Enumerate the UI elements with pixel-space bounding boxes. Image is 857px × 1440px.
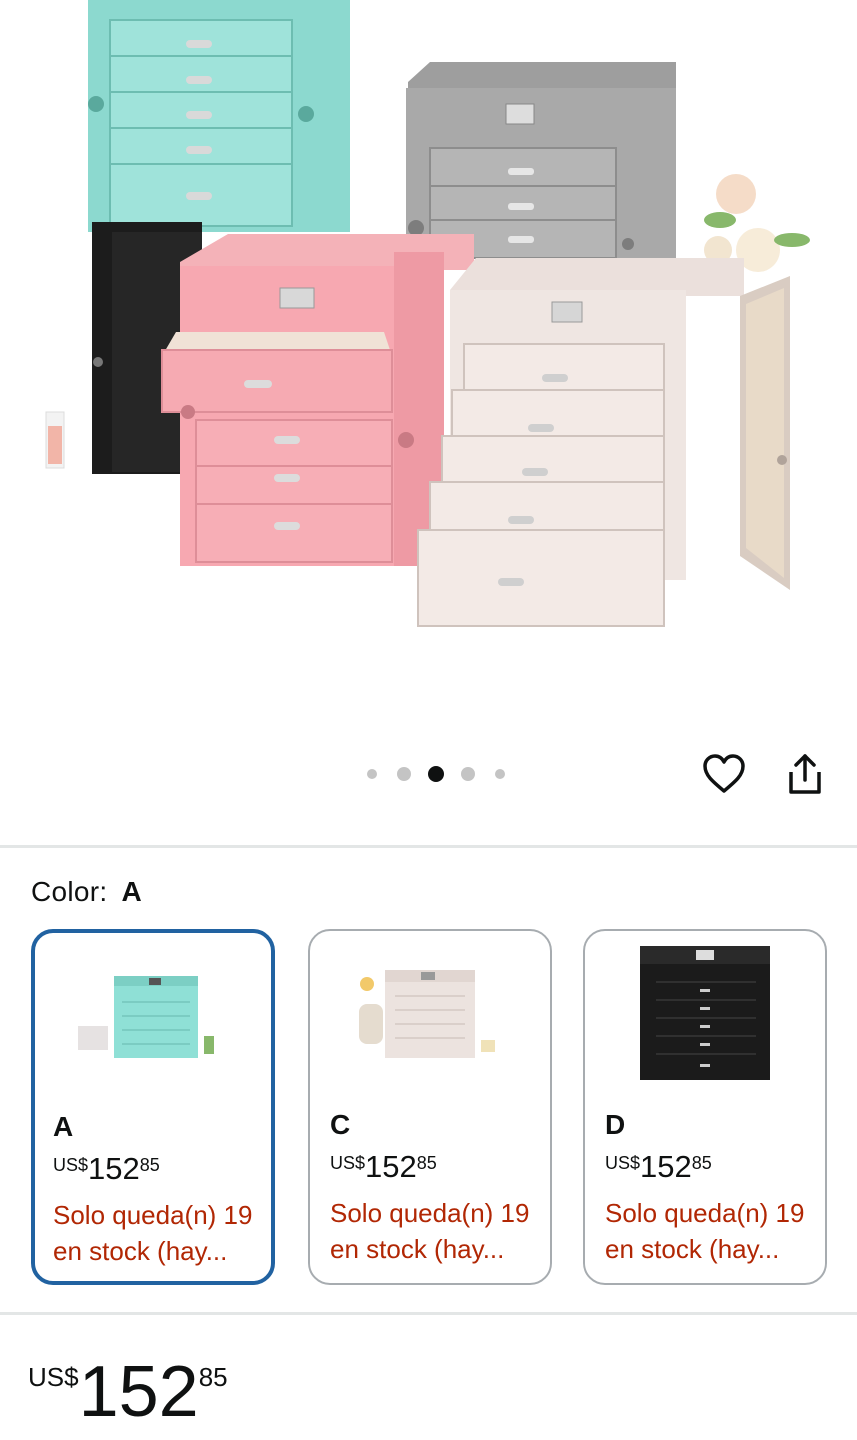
price-whole: 152	[365, 1149, 417, 1184]
color-option-thumbnail	[310, 939, 550, 1089]
mint-box	[88, 0, 350, 232]
product-image[interactable]	[0, 0, 857, 740]
color-label-text: Color:	[31, 876, 108, 907]
color-label: Color: A	[31, 876, 142, 908]
price-fraction: 85	[416, 1153, 437, 1173]
pager-dot[interactable]	[495, 769, 505, 779]
color-option-thumbnail	[585, 939, 825, 1089]
color-option-price: US$15285	[605, 1149, 712, 1185]
stock-status: Solo queda(n) 19 en stock (hay...	[330, 1198, 530, 1264]
pink-box	[161, 234, 474, 566]
stock-status: Solo queda(n) 19 en stock (hay...	[605, 1198, 805, 1264]
price-fraction: 85	[139, 1155, 160, 1175]
color-option-name: D	[605, 1109, 626, 1140]
color-option-name: A	[53, 1111, 74, 1142]
color-option-price: US$15285	[53, 1151, 160, 1187]
price-fraction: 85	[691, 1153, 712, 1173]
image-pager[interactable]	[356, 764, 516, 784]
share-button[interactable]	[781, 750, 829, 798]
stock-status: Solo queda(n) 19 en stock (hay...	[53, 1200, 253, 1266]
price-whole: 152	[88, 1151, 140, 1186]
grey-box	[406, 62, 676, 259]
beige-box	[417, 258, 790, 627]
color-option-thumbnail	[35, 941, 271, 1091]
color-option-d[interactable]: D US$15285 Solo queda(n) 19 en stock (ha…	[583, 929, 827, 1285]
selected-color-value: A	[121, 876, 143, 907]
price-currency: US$	[28, 1362, 79, 1392]
color-option-a[interactable]: A US$15285 Solo queda(n) 19 en stock (ha…	[31, 929, 275, 1285]
price-currency: US$	[53, 1155, 89, 1175]
product-price: US$15285	[28, 1352, 228, 1432]
section-divider	[0, 845, 857, 848]
pager-dot[interactable]	[397, 767, 411, 781]
jewelry-box-illustration	[45, 0, 810, 627]
color-option-name: C	[330, 1109, 351, 1140]
pager-dot-active[interactable]	[428, 766, 444, 782]
color-option-c[interactable]: C US$15285 Solo queda(n) 19 en stock (ha…	[308, 929, 552, 1285]
price-currency: US$	[330, 1153, 366, 1173]
flowers	[704, 174, 810, 272]
section-divider	[0, 1312, 857, 1315]
price-fraction: 85	[198, 1362, 228, 1392]
price-whole: 152	[640, 1149, 692, 1184]
price-currency: US$	[605, 1153, 641, 1173]
color-option-price: US$15285	[330, 1149, 437, 1185]
favorite-button[interactable]	[700, 750, 748, 798]
pager-dot[interactable]	[461, 767, 475, 781]
share-icon	[789, 754, 821, 794]
heart-icon	[703, 754, 745, 793]
candle	[45, 411, 65, 469]
pager-dot[interactable]	[367, 769, 377, 779]
price-whole: 152	[78, 1352, 199, 1432]
